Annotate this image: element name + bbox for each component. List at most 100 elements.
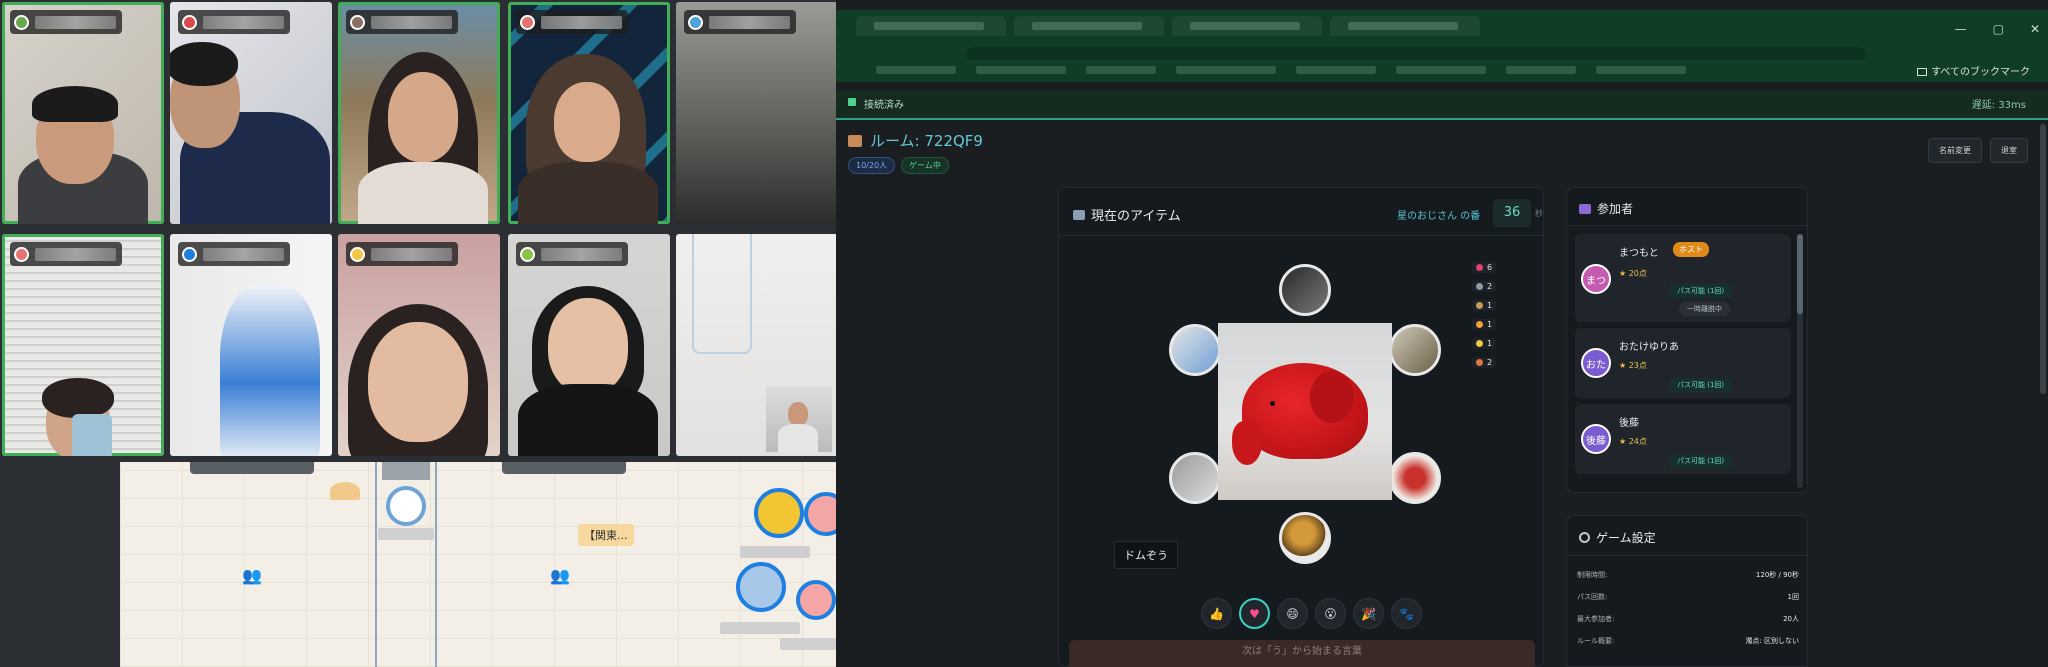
browser-tab[interactable]: [1014, 16, 1164, 36]
rename-button[interactable]: 名前変更: [1928, 138, 1982, 163]
participants-scrollbar[interactable]: [1797, 234, 1803, 488]
reaction-count: 1: [1472, 300, 1497, 311]
video-tile[interactable]: [508, 2, 670, 224]
avatar: おた: [1581, 348, 1611, 378]
settings-title: ゲーム設定: [1596, 531, 1656, 545]
avatar: 後藤: [1581, 424, 1611, 454]
map-location-tag[interactable]: 【関東...: [578, 524, 634, 546]
users-icon: [1579, 203, 1591, 214]
participants-panel: 参加者 まつ まつもと ホスト ★ 20点 パス可能 (1回) 一時離脱中 おた…: [1566, 187, 1808, 493]
surprised-reaction-button[interactable]: 😮: [1315, 598, 1346, 629]
map-avatar[interactable]: [754, 488, 804, 538]
room-icon: [848, 134, 862, 147]
video-tile[interactable]: [170, 2, 332, 224]
reaction-count: 1: [1472, 319, 1497, 330]
participant-points: ★ 24点: [1619, 437, 1647, 446]
history-item-thumb[interactable]: [1169, 452, 1221, 504]
turn-indicator: 星のおじさん の番: [1397, 211, 1481, 222]
reaction-count: 2: [1472, 281, 1497, 292]
all-bookmarks-button[interactable]: すべてのブックマーク: [1917, 63, 2030, 78]
participant-namebar: [178, 10, 290, 34]
participant-points: ★ 20点: [1619, 269, 1647, 278]
reaction-count: 2: [1472, 357, 1497, 368]
avatar: まつ: [1581, 264, 1611, 294]
history-item-thumb[interactable]: [1279, 512, 1331, 564]
close-button[interactable]: ✕: [2030, 22, 2040, 36]
setting-row: ルール概要: 濁点: 区別しない: [1577, 637, 1799, 645]
participant-namebar: [178, 242, 290, 266]
thumbs-up-reaction-button[interactable]: 👍: [1201, 598, 1232, 629]
bookmarks-bar: すべてのブックマーク: [836, 60, 2048, 82]
game-state-badge: ゲーム中: [901, 157, 949, 174]
participant-namebar: [516, 10, 628, 34]
current-item-image: [1218, 323, 1392, 500]
participant-namebar: [10, 10, 122, 34]
player-count-badge: 10/20人: [848, 157, 896, 174]
history-item-thumb[interactable]: [1279, 264, 1331, 316]
history-item-thumb[interactable]: [1169, 324, 1221, 376]
paw-reaction-button[interactable]: 🐾: [1391, 598, 1422, 629]
video-tile[interactable]: [508, 234, 670, 456]
history-item-thumb[interactable]: [1389, 452, 1441, 504]
participant-points: ★ 23点: [1619, 361, 1647, 370]
pass-available-badge: パス可能 (1回): [1669, 378, 1733, 392]
participants-title: 参加者: [1597, 202, 1634, 216]
countdown-timer: 36: [1493, 199, 1531, 227]
minimize-button[interactable]: —: [1955, 22, 1967, 36]
video-conference-pane: 👥 👥 【関東...: [0, 0, 836, 667]
map-avatar[interactable]: [736, 562, 786, 612]
host-badge: ホスト: [1673, 242, 1709, 257]
browser-tab[interactable]: [1172, 16, 1322, 36]
people-icon[interactable]: 👥: [550, 566, 570, 585]
participant-namebar: [516, 242, 628, 266]
browser-tab[interactable]: [1330, 16, 1480, 36]
screen: 👥 👥 【関東... — ▢ ✕ すべてのブックマーク 接続済み 遅延: 33m…: [0, 0, 2048, 667]
party-reaction-button[interactable]: 🎉: [1353, 598, 1384, 629]
history-item-thumb[interactable]: [1389, 324, 1441, 376]
item-icon: [1073, 209, 1085, 220]
video-tile[interactable]: [338, 234, 500, 456]
map-avatar[interactable]: [386, 486, 426, 526]
item-owner-label: ドムぞう: [1114, 541, 1178, 569]
reaction-count: 1: [1472, 338, 1497, 349]
participant-namebar: [684, 10, 796, 34]
map-avatar[interactable]: [804, 492, 836, 536]
browser-tab[interactable]: [856, 16, 1006, 36]
video-tile[interactable]: [338, 2, 500, 224]
setting-row: パス回数: 1回: [1577, 593, 1799, 601]
current-item-panel: 現在のアイテム 星のおじさん の番 36 秒 6 2 1 1 1 2 ドムぞう …: [1058, 187, 1545, 667]
room-title: ルーム: 722QF9: [870, 132, 983, 150]
participant-card[interactable]: 後藤 後藤 ★ 24点 パス可能 (1回): [1575, 404, 1791, 474]
people-icon[interactable]: 👥: [242, 566, 262, 585]
connection-status: 接続済み: [864, 100, 904, 111]
browser-tabstrip: — ▢ ✕: [836, 10, 2048, 42]
participant-card[interactable]: まつ まつもと ホスト ★ 20点 パス可能 (1回) 一時離脱中: [1575, 234, 1791, 322]
video-tile[interactable]: [676, 234, 836, 456]
video-tile[interactable]: [676, 2, 836, 224]
participant-name: おたけゆりあ: [1619, 342, 1679, 353]
reaction-count: 6: [1472, 262, 1497, 273]
video-tile[interactable]: [2, 2, 164, 224]
pass-available-badge: パス可能 (1回): [1669, 284, 1733, 298]
room-header: ルーム: 722QF9 10/20人 ゲーム中: [848, 130, 983, 174]
participant-card[interactable]: おた おたけゆりあ ★ 23点 パス可能 (1回): [1575, 328, 1791, 398]
maximize-button[interactable]: ▢: [1993, 22, 2004, 36]
video-tile[interactable]: [2, 234, 164, 456]
participant-namebar: [346, 242, 458, 266]
smile-reaction-button[interactable]: 😄: [1277, 598, 1308, 629]
gear-icon: [1579, 532, 1590, 543]
virtual-office-map[interactable]: 👥 👥 【関東...: [120, 462, 836, 667]
participant-namebar: [346, 10, 458, 34]
connection-indicator-icon: [848, 98, 856, 106]
map-avatar[interactable]: [796, 580, 836, 620]
heart-reaction-button[interactable]: ♥: [1239, 598, 1270, 629]
participant-namebar: [10, 242, 122, 266]
video-tile[interactable]: [170, 234, 332, 456]
away-badge: 一時離脱中: [1679, 302, 1730, 316]
window-controls: — ▢ ✕: [1955, 22, 2040, 36]
browser-window: — ▢ ✕ すべてのブックマーク 接続済み 遅延: 33ms ルーム: 722Q…: [836, 0, 2048, 667]
setting-row: 最大参加者: 20人: [1577, 615, 1799, 623]
page-scrollbar[interactable]: [2040, 124, 2046, 394]
timer-unit: 秒: [1535, 209, 1543, 218]
leave-button[interactable]: 退室: [1990, 138, 2028, 163]
